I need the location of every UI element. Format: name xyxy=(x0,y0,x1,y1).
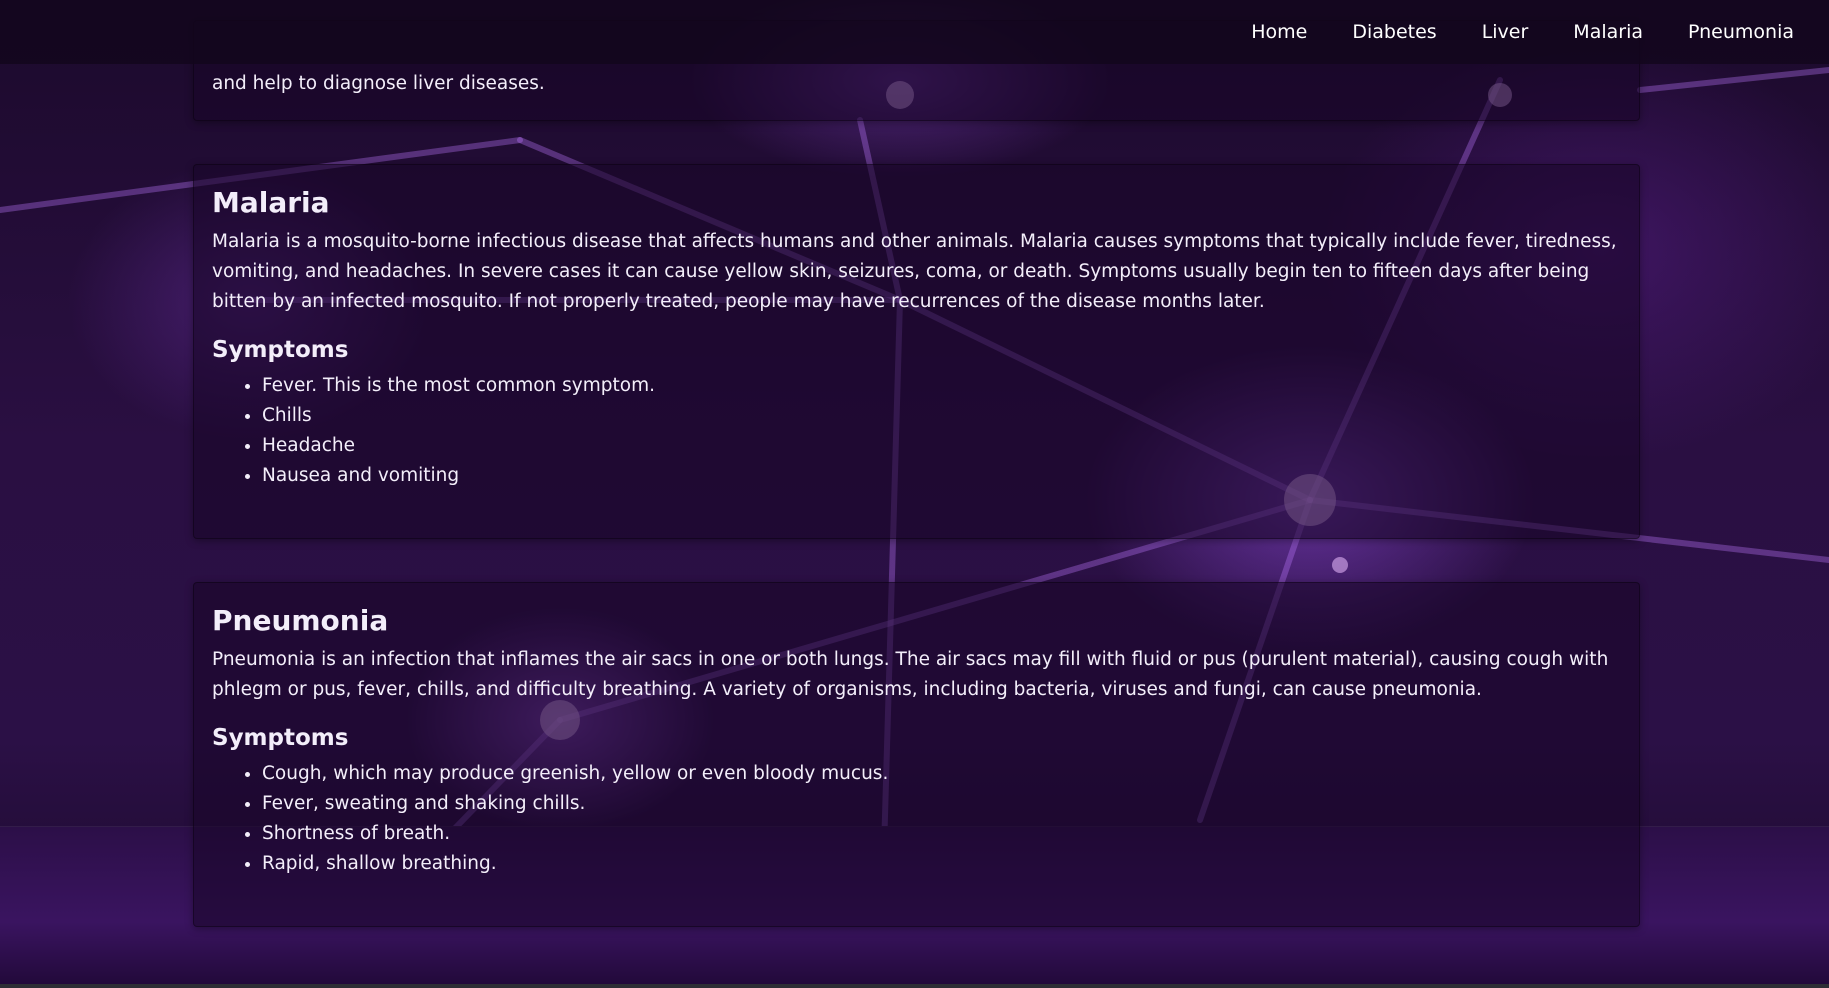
pneumonia-description: Pneumonia is an infection that inflames … xyxy=(212,649,1609,700)
pneumonia-card: Pneumonia Pneumonia is an infection that… xyxy=(193,582,1640,927)
malaria-description: Malaria is a mosquito-borne infectious d… xyxy=(212,231,1617,312)
window-bottom-edge xyxy=(0,984,1829,988)
nav-link-diabetes[interactable]: Diabetes xyxy=(1352,21,1436,43)
liver-description-fragment: and help to diagnose liver diseases. xyxy=(212,73,545,94)
pneumonia-symptoms-list: Cough, which may produce greenish, yello… xyxy=(212,759,1621,879)
nav-item-home: Home xyxy=(1251,21,1307,43)
nav-item-malaria: Malaria xyxy=(1573,21,1643,43)
list-item: Cough, which may produce greenish, yello… xyxy=(262,759,1621,789)
list-item: Fever. This is the most common symptom. xyxy=(262,371,1621,401)
nav-link-home[interactable]: Home xyxy=(1251,21,1307,43)
nav-link-malaria[interactable]: Malaria xyxy=(1573,21,1643,43)
nav-link-pneumonia[interactable]: Pneumonia xyxy=(1688,21,1794,43)
pneumonia-title: Pneumonia xyxy=(212,604,389,637)
nav-item-diabetes: Diabetes xyxy=(1352,21,1436,43)
nav-item-liver: Liver xyxy=(1482,21,1529,43)
malaria-symptoms-list: Fever. This is the most common symptom. … xyxy=(212,371,1621,491)
list-item: Rapid, shallow breathing. xyxy=(262,849,1621,879)
nav-item-pneumonia: Pneumonia xyxy=(1688,21,1794,43)
list-item: Chills xyxy=(262,401,1621,431)
list-item: Shortness of breath. xyxy=(262,819,1621,849)
nav-links: Home Diabetes Liver Malaria Pneumonia xyxy=(1251,0,1794,64)
list-item: Nausea and vomiting xyxy=(262,461,1621,491)
malaria-symptoms-heading: Symptoms xyxy=(212,337,349,363)
list-item: Headache xyxy=(262,431,1621,461)
nav-link-liver[interactable]: Liver xyxy=(1482,21,1529,43)
malaria-card: Malaria Malaria is a mosquito-borne infe… xyxy=(193,164,1640,539)
list-item: Fever, sweating and shaking chills. xyxy=(262,789,1621,819)
malaria-title: Malaria xyxy=(212,186,330,219)
top-navbar: Home Diabetes Liver Malaria Pneumonia xyxy=(0,0,1829,64)
pneumonia-symptoms-heading: Symptoms xyxy=(212,725,349,751)
